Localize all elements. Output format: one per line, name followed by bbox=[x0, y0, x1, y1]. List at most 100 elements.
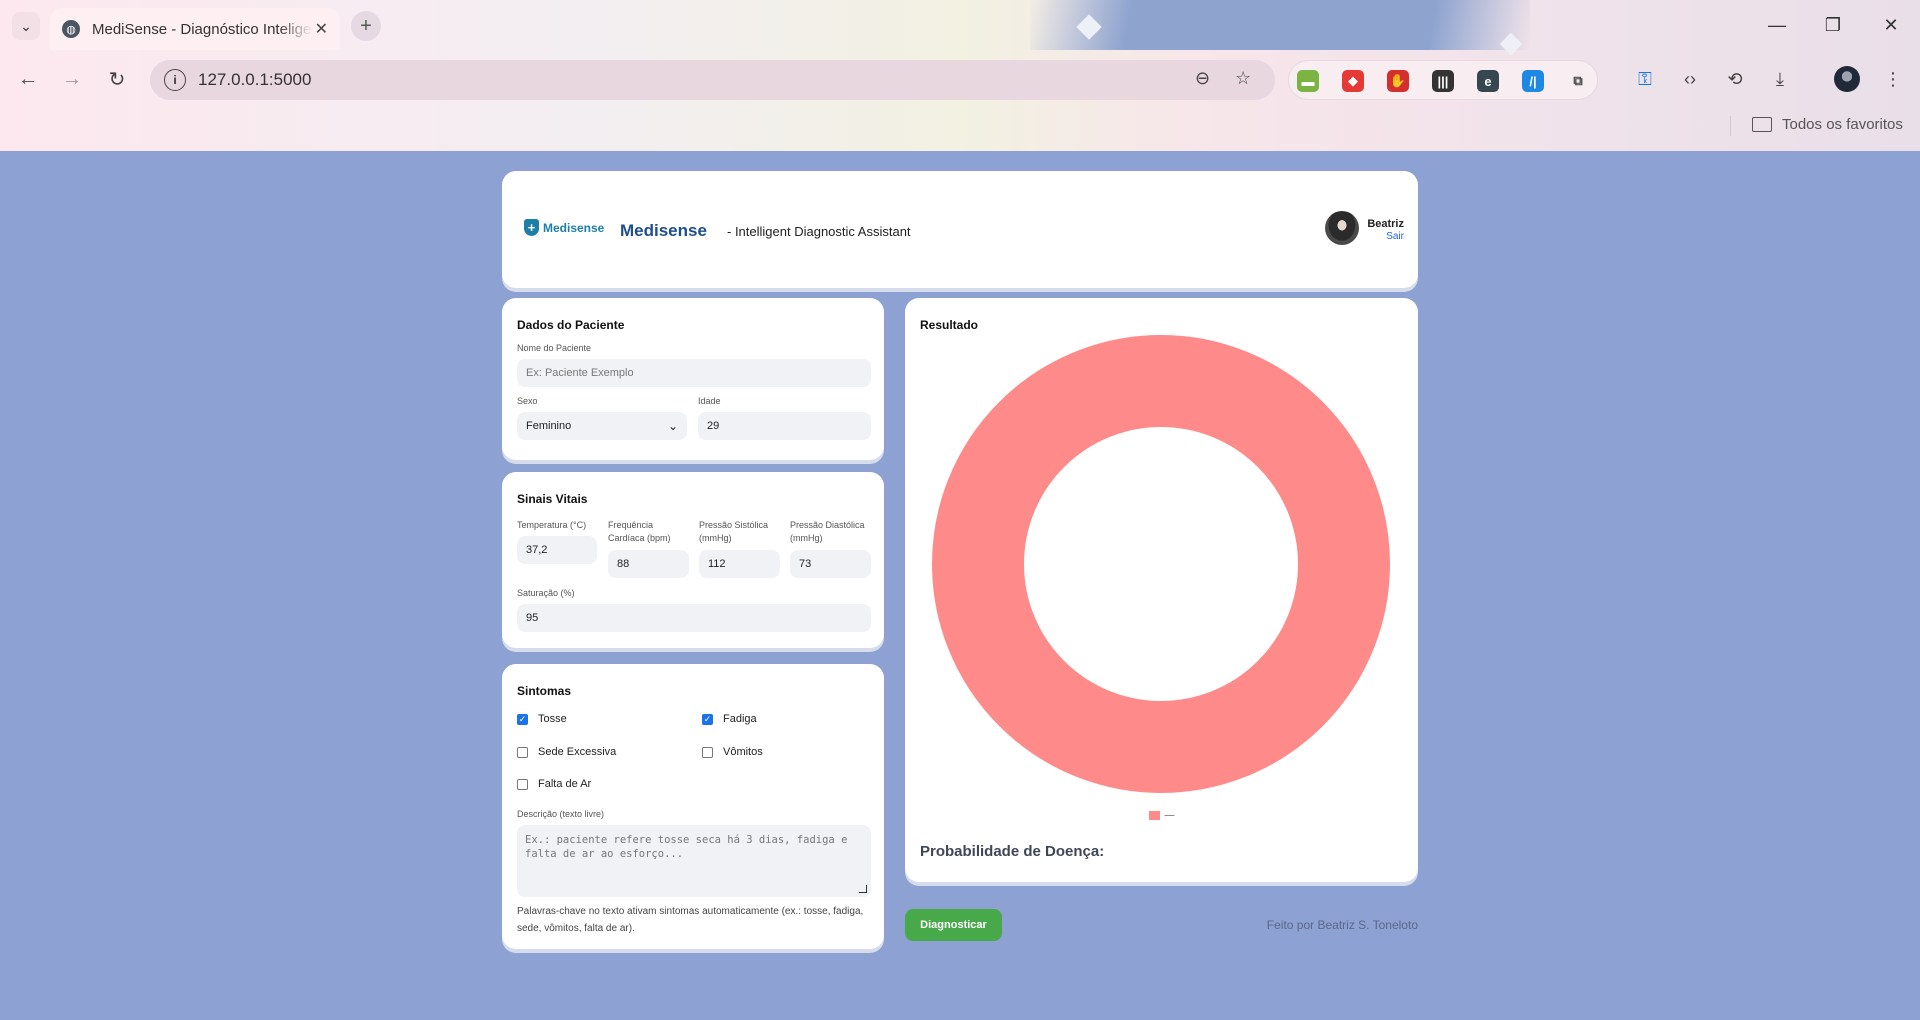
minimize-icon[interactable]: — bbox=[1762, 12, 1792, 38]
vital-signs-card: Sinais Vitais Temperatura (°C) 37,2 Freq… bbox=[502, 472, 884, 648]
patient-data-card: Dados do Paciente Nome do Paciente Ex: P… bbox=[502, 298, 884, 460]
tab-title: MediSense - Diagnóstico Inteligente bbox=[92, 20, 312, 38]
ext-e-circle-icon[interactable]: e bbox=[1477, 70, 1499, 92]
browser-chrome: ⌄ ◍ MediSense - Diagnóstico Inteligente … bbox=[0, 0, 1920, 151]
ext-waveform-icon[interactable]: ||| bbox=[1432, 70, 1454, 92]
diagnose-button[interactable]: Diagnosticar bbox=[905, 909, 1002, 941]
checkbox-unchecked-icon[interactable] bbox=[702, 746, 713, 758]
user-avatar[interactable] bbox=[1325, 211, 1359, 245]
section-title: Sinais Vitais bbox=[517, 492, 588, 506]
diastolic-label: Pressão Diastólica (mmHg) bbox=[790, 519, 865, 545]
tab-close-icon[interactable]: ✕ bbox=[315, 19, 328, 39]
tab-search-chevron-icon[interactable]: ⌄ bbox=[12, 12, 40, 40]
systolic-label-line1: Pressão Sistólica bbox=[699, 520, 769, 530]
symptom-label: Tosse bbox=[538, 713, 567, 725]
sex-select-value: Feminino bbox=[526, 420, 572, 432]
download-icon[interactable]: ⤓ bbox=[1767, 66, 1793, 92]
bookmark-star-icon[interactable]: ☆ bbox=[1235, 68, 1251, 89]
symptom-checkbox-item[interactable]: Vômitos bbox=[702, 746, 763, 758]
bookmarks-divider bbox=[1730, 116, 1731, 136]
legend-label: — bbox=[1164, 810, 1175, 821]
patient-name-input[interactable]: Ex: Paciente Exemplo bbox=[517, 359, 871, 387]
history-icon[interactable]: ⟲ bbox=[1722, 66, 1748, 92]
symptom-checkbox-item[interactable]: Sede Excessiva bbox=[517, 746, 616, 758]
ext-green-icon[interactable]: ▬ bbox=[1297, 70, 1319, 92]
app-title: Medisense bbox=[620, 221, 707, 240]
medical-cross-shield-icon: + bbox=[524, 219, 539, 236]
all-bookmarks-label: Todos os favoritos bbox=[1782, 116, 1903, 133]
checkbox-checked-icon[interactable]: ✓ bbox=[517, 713, 528, 725]
age-input[interactable]: 29 bbox=[698, 412, 871, 440]
symptom-checkbox-item[interactable]: Falta de Ar bbox=[517, 778, 591, 790]
logo: + Medisense bbox=[524, 219, 604, 236]
browser-tab-active[interactable]: ◍ MediSense - Diagnóstico Inteligente ✕ bbox=[50, 8, 340, 50]
symptom-label: Fadiga bbox=[723, 713, 757, 725]
ext-red-arrow-icon[interactable]: ◆ bbox=[1342, 70, 1364, 92]
diastolic-label-line1: Pressão Diastólica bbox=[790, 520, 865, 530]
ext-red-hand-icon[interactable]: ✋ bbox=[1387, 70, 1409, 92]
resize-handle-icon[interactable] bbox=[859, 885, 867, 893]
bookmarks-bar bbox=[0, 108, 1920, 151]
probability-label: Probabilidade de Doença: bbox=[920, 843, 1105, 860]
all-bookmarks-button[interactable]: Todos os favoritos bbox=[1752, 116, 1903, 133]
heart-rate-label-line2: Cardíaca (bpm) bbox=[608, 533, 671, 543]
footer-credit: Feito por Beatriz S. Toneloto bbox=[1266, 918, 1418, 932]
diastolic-input[interactable]: 73 bbox=[790, 550, 871, 578]
checkbox-unchecked-icon[interactable] bbox=[517, 746, 528, 758]
section-title: Sintomas bbox=[517, 684, 572, 698]
temperature-input[interactable]: 37,2 bbox=[517, 536, 597, 564]
patient-name-label: Nome do Paciente bbox=[517, 343, 592, 353]
heart-rate-label: Frequência Cardíaca (bpm) bbox=[608, 519, 671, 545]
heart-rate-input[interactable]: 88 bbox=[608, 550, 689, 578]
url-text[interactable]: 127.0.0.1:5000 bbox=[198, 70, 311, 90]
systolic-input[interactable]: 112 bbox=[699, 550, 780, 578]
temperature-label: Temperatura (°C) bbox=[517, 520, 587, 530]
legend-swatch bbox=[1148, 811, 1160, 820]
checkbox-checked-icon[interactable]: ✓ bbox=[702, 713, 713, 725]
new-tab-plus-icon[interactable]: + bbox=[351, 11, 381, 41]
site-info-icon[interactable]: i bbox=[164, 69, 186, 91]
chart-legend[interactable]: — bbox=[905, 810, 1418, 821]
devtools-code-icon[interactable]: ‹› bbox=[1677, 66, 1703, 92]
extensions-puzzle-icon[interactable]: ⧉ bbox=[1567, 70, 1589, 92]
saturation-input[interactable]: 95 bbox=[517, 604, 871, 632]
forward-arrow-icon[interactable]: → bbox=[57, 64, 87, 94]
user-name: Beatriz bbox=[1367, 218, 1404, 230]
app-header: + Medisense Medisense - Intelligent Diag… bbox=[502, 171, 1418, 288]
back-arrow-icon[interactable]: ← bbox=[13, 64, 43, 94]
sex-label: Sexo bbox=[517, 396, 538, 406]
address-bar[interactable]: i 127.0.0.1:5000 ⊖ ☆ bbox=[150, 60, 1275, 100]
diastolic-label-line2: (mmHg) bbox=[790, 533, 823, 543]
description-textarea[interactable]: Ex.: paciente refere tosse seca há 3 dia… bbox=[517, 825, 871, 897]
password-key-icon[interactable]: ⚿ bbox=[1632, 66, 1658, 92]
symptom-label: Falta de Ar bbox=[538, 778, 592, 790]
close-window-icon[interactable]: ✕ bbox=[1876, 12, 1906, 38]
symptom-checkbox-item[interactable]: ✓ Tosse bbox=[517, 713, 567, 725]
menu-kebab-icon[interactable]: ⋮ bbox=[1880, 66, 1906, 92]
donut-slice[interactable] bbox=[932, 335, 1390, 793]
logo-text: Medisense bbox=[543, 220, 605, 235]
probability-donut-chart bbox=[932, 335, 1390, 793]
systolic-label: Pressão Sistólica (mmHg) bbox=[699, 519, 768, 545]
reload-icon[interactable]: ↻ bbox=[102, 64, 132, 94]
app-subtitle: - Intelligent Diagnostic Assistant bbox=[727, 224, 911, 239]
age-label: Idade bbox=[698, 396, 721, 406]
heart-rate-label-line1: Frequência bbox=[608, 520, 654, 530]
description-placeholder: Ex.: paciente refere tosse seca há 3 dia… bbox=[525, 834, 848, 860]
ext-blue-bars-icon[interactable]: /| bbox=[1522, 70, 1544, 92]
result-card: Resultado — Probabilidade de Doença: bbox=[905, 298, 1418, 882]
symptom-checkbox-item[interactable]: ✓ Fadiga bbox=[702, 713, 757, 725]
checkbox-unchecked-icon[interactable] bbox=[517, 778, 528, 790]
folder-icon bbox=[1752, 117, 1772, 132]
tab-strip: ⌄ ◍ MediSense - Diagnóstico Inteligente … bbox=[0, 0, 1920, 56]
symptoms-card: Sintomas ✓ Tosse ✓ Fadiga Sede Excessiva Vômi… bbox=[502, 664, 884, 949]
description-label: Descrição (texto livre) bbox=[517, 809, 605, 819]
logout-link[interactable]: Sair bbox=[1386, 231, 1404, 242]
sex-select[interactable]: Feminino ⌄ bbox=[517, 412, 687, 440]
symptom-label: Vômitos bbox=[723, 746, 763, 758]
saturation-label: Saturação (%) bbox=[517, 588, 575, 598]
profile-avatar[interactable] bbox=[1834, 66, 1860, 92]
restore-icon[interactable]: ❐ bbox=[1818, 12, 1848, 38]
systolic-label-line2: (mmHg) bbox=[699, 533, 732, 543]
zoom-out-icon[interactable]: ⊖ bbox=[1195, 68, 1210, 89]
